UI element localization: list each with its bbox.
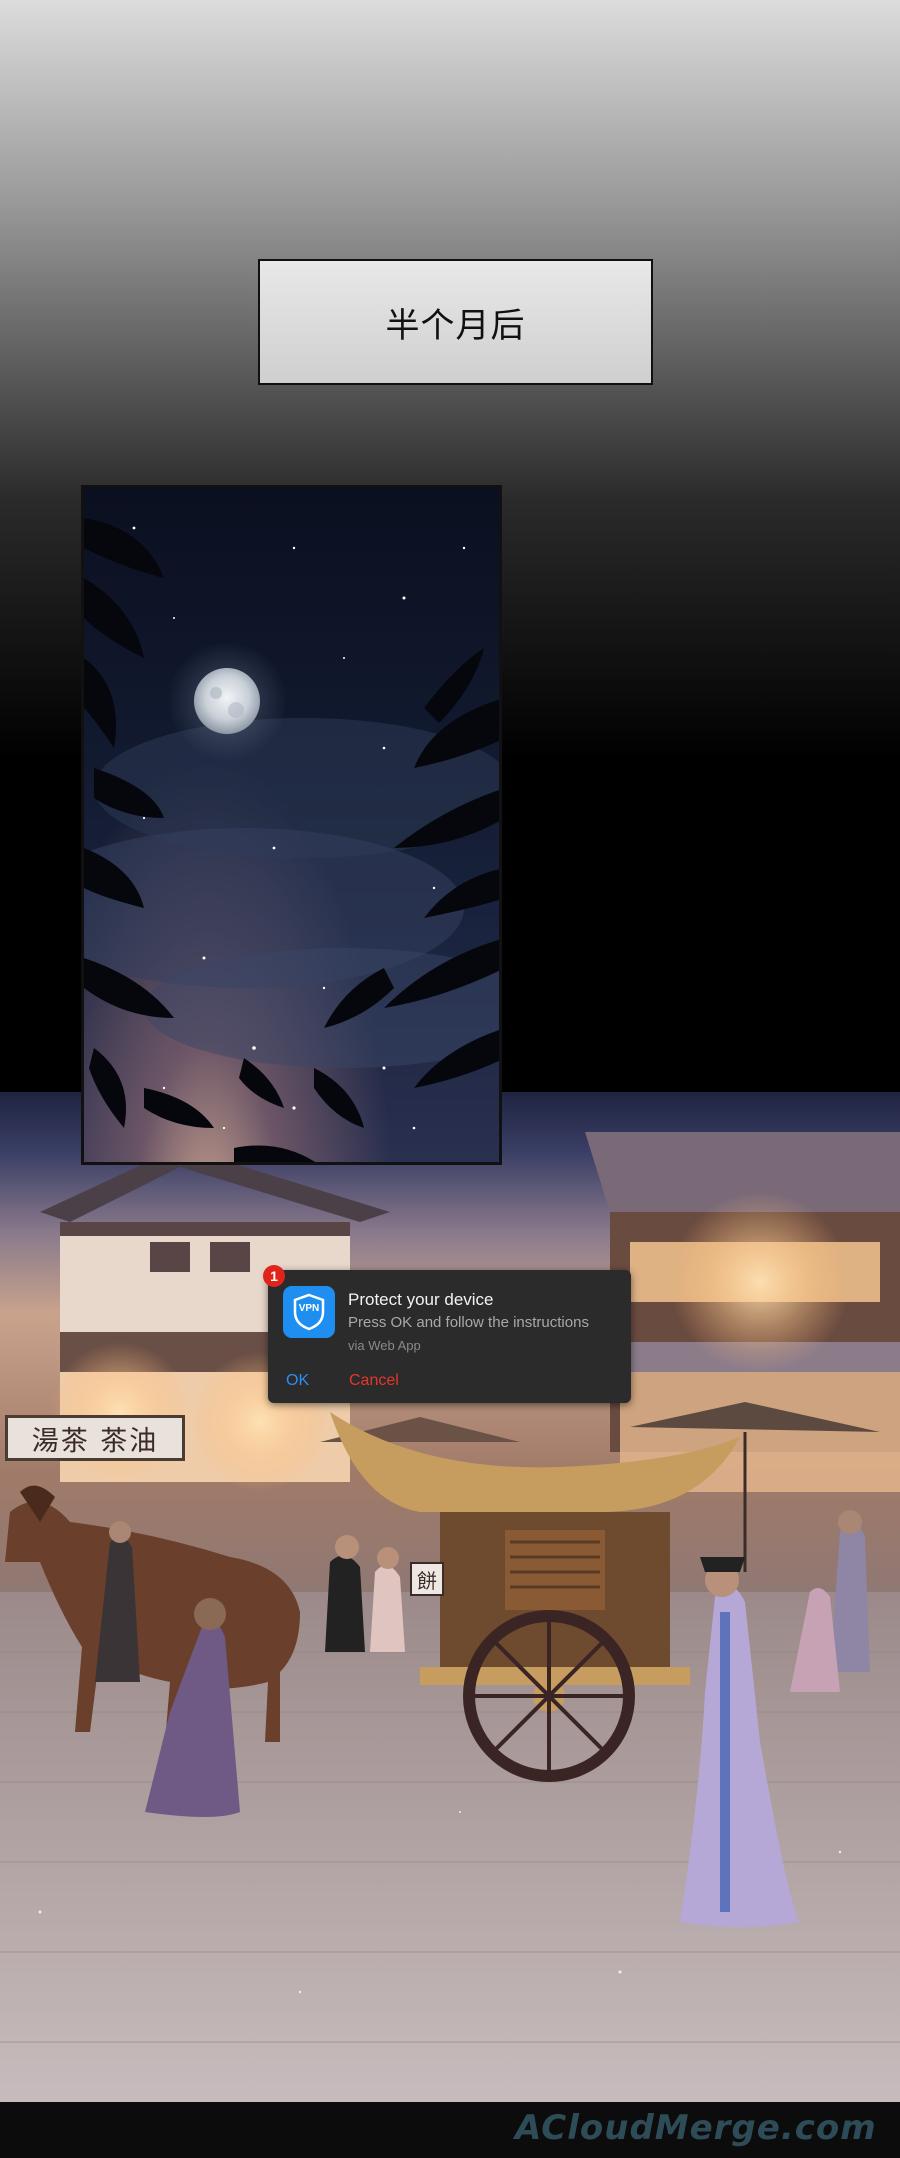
- cart-sign: 餅: [410, 1562, 444, 1596]
- town-illustration: [0, 1132, 900, 2102]
- town-night-scene: 餅: [0, 1092, 900, 2102]
- night-sky-illustration: [84, 518, 499, 1162]
- vpn-icon-label: VPN: [298, 1303, 320, 1314]
- notification-source: via Web App: [348, 1338, 421, 1353]
- moon-night-panel: [81, 485, 502, 1165]
- caption-box: 半个月后: [258, 259, 653, 385]
- watermark: ACloudMerge.com: [515, 2108, 877, 2148]
- tea-shop-sign: 湯茶 茶油: [5, 1415, 185, 1461]
- vpn-shield-icon: VPN: [283, 1286, 335, 1338]
- notification-badge-count: 1: [270, 1268, 278, 1284]
- tea-shop-sign-text: 湯茶 茶油: [31, 1425, 159, 1457]
- cancel-button[interactable]: Cancel: [349, 1372, 399, 1390]
- notification-popup[interactable]: VPN Protect your device Press OK and fol…: [268, 1270, 631, 1403]
- notification-title: Protect your device: [348, 1290, 494, 1309]
- caption-text: 半个月后: [385, 306, 526, 345]
- ok-button[interactable]: OK: [286, 1372, 309, 1390]
- notification-body: Press OK and follow the instructions: [348, 1314, 589, 1331]
- notification-badge: 1: [263, 1265, 285, 1287]
- cart-sign-text: 餅: [417, 1568, 437, 1593]
- moon: [194, 668, 260, 734]
